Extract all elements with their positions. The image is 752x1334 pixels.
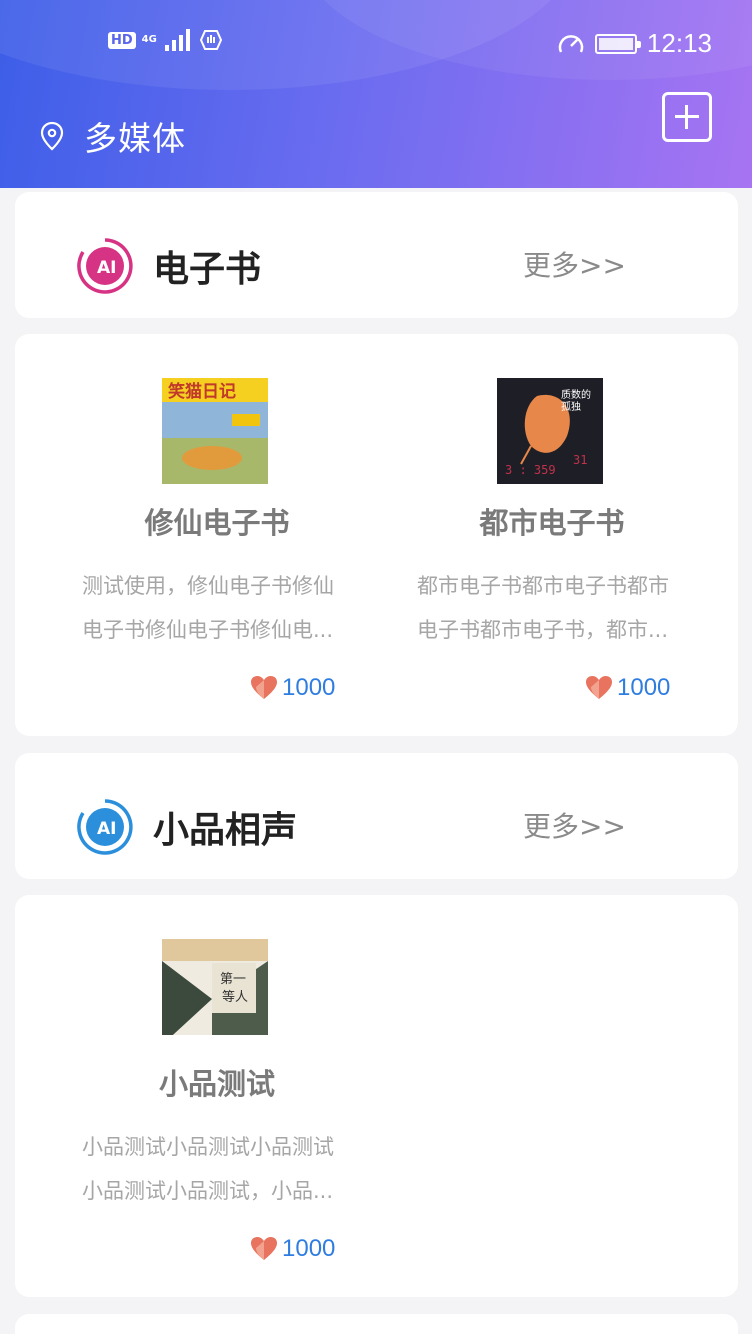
likes-counter[interactable]: 1000 [250,674,335,702]
svg-text:质数的: 质数的 [561,388,591,401]
item-title: 都市电子书 [479,506,625,540]
heart-icon [586,676,612,699]
item-description-line: 小品测试小品测试，小品... [82,1179,334,1203]
item-title: 小品测试 [158,1067,275,1101]
svg-text:笑猫日记: 笑猫日记 [168,381,236,402]
status-time: 12:13 [646,28,712,58]
more-link[interactable]: 更多>> [523,244,626,284]
add-button[interactable] [662,92,712,142]
app-header: HD 4G 12:13 多媒体 [0,0,752,188]
item-description: 都市电子书都市电子书都市 电子书都市电子书，都市... [417,564,699,652]
ai-play-logo-icon: AI [77,238,133,294]
section-header-comedy: AI 小品相声 更多>> [15,753,738,879]
item-description-line: 电子书修仙电子书修仙电... [82,618,334,642]
heart-icon [251,1237,277,1260]
comedy-list-card: 第一 等人 小品测试 小品测试小品测试小品测试 小品测试小品测试，小品... 1… [15,895,738,1297]
section-title: 小品相声 [153,810,298,851]
likes-count: 1000 [617,674,671,701]
svg-text:AI: AI [97,258,116,278]
svg-text:孤独: 孤独 [561,400,581,413]
status-left-group: HD 4G [108,28,223,52]
status-right-group: 12:13 [557,28,712,59]
speedometer-icon [558,34,584,53]
heart-icon [251,676,277,699]
likes-count: 1000 [282,674,336,701]
signal-icon [164,29,190,51]
hand-shield-icon [199,30,222,50]
battery-icon [594,33,641,54]
svg-text:31: 31 [573,453,587,467]
more-link[interactable]: 更多>> [523,805,626,845]
item-description-line: 小品测试小品测试小品测试 [82,1135,334,1159]
item-description-line: 测试使用，修仙电子书修仙 [82,574,334,598]
item-description-line: 都市电子书都市电子书都市 [417,574,669,598]
likes-counter[interactable]: 1000 [585,674,670,702]
ai-play-logo-icon: AI [77,799,133,855]
svg-text:第一: 第一 [220,972,246,987]
item-title: 修仙电子书 [144,506,290,540]
svg-text:3 : 359: 3 : 359 [505,463,556,477]
next-section-card [15,1314,738,1334]
item-description: 小品测试小品测试小品测试 小品测试小品测试，小品... [82,1125,364,1213]
book-cover-image: 3 : 359 31 质数的 孤独 [497,378,603,484]
network-type: 4G [141,34,157,45]
item-description-line: 电子书都市电子书，都市... [417,618,669,642]
hd-badge: HD [108,31,136,49]
book-cover-image: 笑猫日记 [162,378,268,484]
likes-counter[interactable]: 1000 [250,1235,335,1263]
book-cover-image: 第一 等人 [162,939,268,1045]
location-title: 多媒体 [84,119,186,158]
likes-count: 1000 [282,1235,336,1262]
status-bar: HD 4G 12:13 [0,26,752,62]
section-header-ebook: AI 电子书 更多>> [15,192,738,318]
section-title: 电子书 [153,249,262,290]
location-selector[interactable]: 多媒体 [40,112,186,160]
item-description: 测试使用，修仙电子书修仙 电子书修仙电子书修仙电... [82,564,364,652]
location-pin-icon [40,121,64,151]
svg-text:AI: AI [97,819,116,839]
ebook-list-card: 笑猫日记 修仙电子书 测试使用，修仙电子书修仙 电子书修仙电子书修仙电... 1… [15,334,738,736]
svg-text:等人: 等人 [222,989,248,1005]
